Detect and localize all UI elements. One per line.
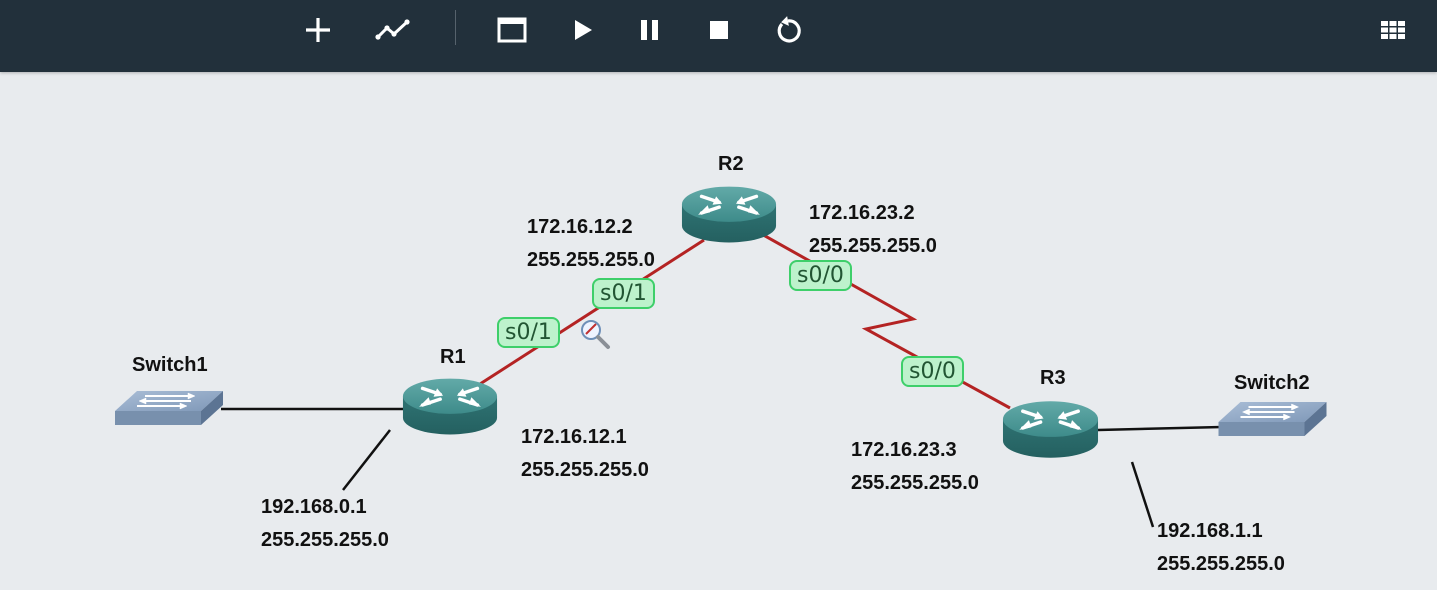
grid-icon — [1381, 21, 1405, 39]
leader-line-r3-lan — [1130, 461, 1155, 528]
topology-canvas[interactable]: R2 R1 R3 Switch1 Switch2 s0/1 s0/1 s0/0 … — [0, 72, 1437, 590]
router-r2-icon[interactable] — [680, 184, 778, 245]
reload-all-button[interactable] — [768, 10, 808, 50]
console-icon — [497, 17, 527, 43]
r1-label: R1 — [440, 346, 466, 368]
interface-badge-r1-s01[interactable]: s0/1 — [497, 317, 560, 348]
stop-all-button[interactable] — [699, 10, 739, 50]
interface-badge-r2-s00[interactable]: s0/0 — [789, 260, 852, 291]
switch1-label: Switch1 — [132, 354, 208, 376]
subnet-mask: 255.255.255.0 — [527, 249, 655, 271]
subnet-mask: 255.255.255.0 — [1157, 553, 1285, 575]
leader-line-r1-lan — [342, 429, 391, 491]
subnet-mask: 255.255.255.0 — [809, 235, 937, 257]
packet-capture-icon[interactable] — [581, 320, 610, 349]
address-note-r3-lan: 192.168.1.1 255.255.255.0 — [1157, 515, 1285, 581]
router-r3-icon[interactable] — [1001, 399, 1100, 460]
toolbar — [0, 0, 1437, 72]
subnet-mask: 255.255.255.0 — [851, 472, 979, 494]
toolbar-separator — [455, 10, 456, 45]
start-all-button[interactable] — [563, 10, 603, 50]
add-node-button[interactable] — [298, 10, 338, 50]
reload-icon — [777, 16, 801, 43]
ip-address: 172.16.12.1 — [521, 426, 627, 448]
suspend-all-button[interactable] — [630, 10, 670, 50]
interface-badge-r2-s01[interactable]: s0/1 — [592, 278, 655, 309]
r3-label: R3 — [1040, 367, 1066, 389]
ip-address: 172.16.23.3 — [851, 439, 957, 461]
console-all-button[interactable] — [492, 10, 532, 50]
interface-badge-r3-s00[interactable]: s0/0 — [901, 356, 964, 387]
add-icon — [306, 18, 330, 42]
address-note-r2-left: 172.16.12.2 255.255.255.0 — [527, 211, 655, 277]
add-link-button[interactable] — [373, 10, 413, 50]
subnet-mask: 255.255.255.0 — [521, 459, 649, 481]
ip-address: 192.168.0.1 — [261, 496, 367, 518]
address-note-r2-right: 172.16.23.2 255.255.255.0 — [809, 197, 937, 263]
ip-address: 172.16.12.2 — [527, 216, 633, 238]
link-icon — [375, 19, 410, 40]
topology-drawing — [114, 184, 1328, 528]
address-note-r1-lan: 192.168.0.1 255.255.255.0 — [261, 491, 389, 557]
subnet-mask: 255.255.255.0 — [261, 529, 389, 551]
stop-icon — [710, 21, 728, 39]
address-note-r1-wan: 172.16.12.1 255.255.255.0 — [521, 421, 649, 487]
ip-address: 172.16.23.2 — [809, 202, 915, 224]
pause-icon — [641, 20, 658, 40]
ip-address: 192.168.1.1 — [1157, 520, 1263, 542]
switch1-icon[interactable] — [114, 389, 225, 427]
switch2-label: Switch2 — [1234, 372, 1310, 394]
address-note-r3-wan: 172.16.23.3 255.255.255.0 — [851, 434, 979, 500]
play-icon — [575, 20, 592, 40]
link-r3-switch2[interactable] — [1097, 425, 1223, 432]
router-r1-icon[interactable] — [401, 376, 499, 437]
r2-label: R2 — [718, 153, 744, 175]
switch2-icon[interactable] — [1218, 400, 1328, 438]
apps-menu-button[interactable] — [1373, 10, 1413, 50]
